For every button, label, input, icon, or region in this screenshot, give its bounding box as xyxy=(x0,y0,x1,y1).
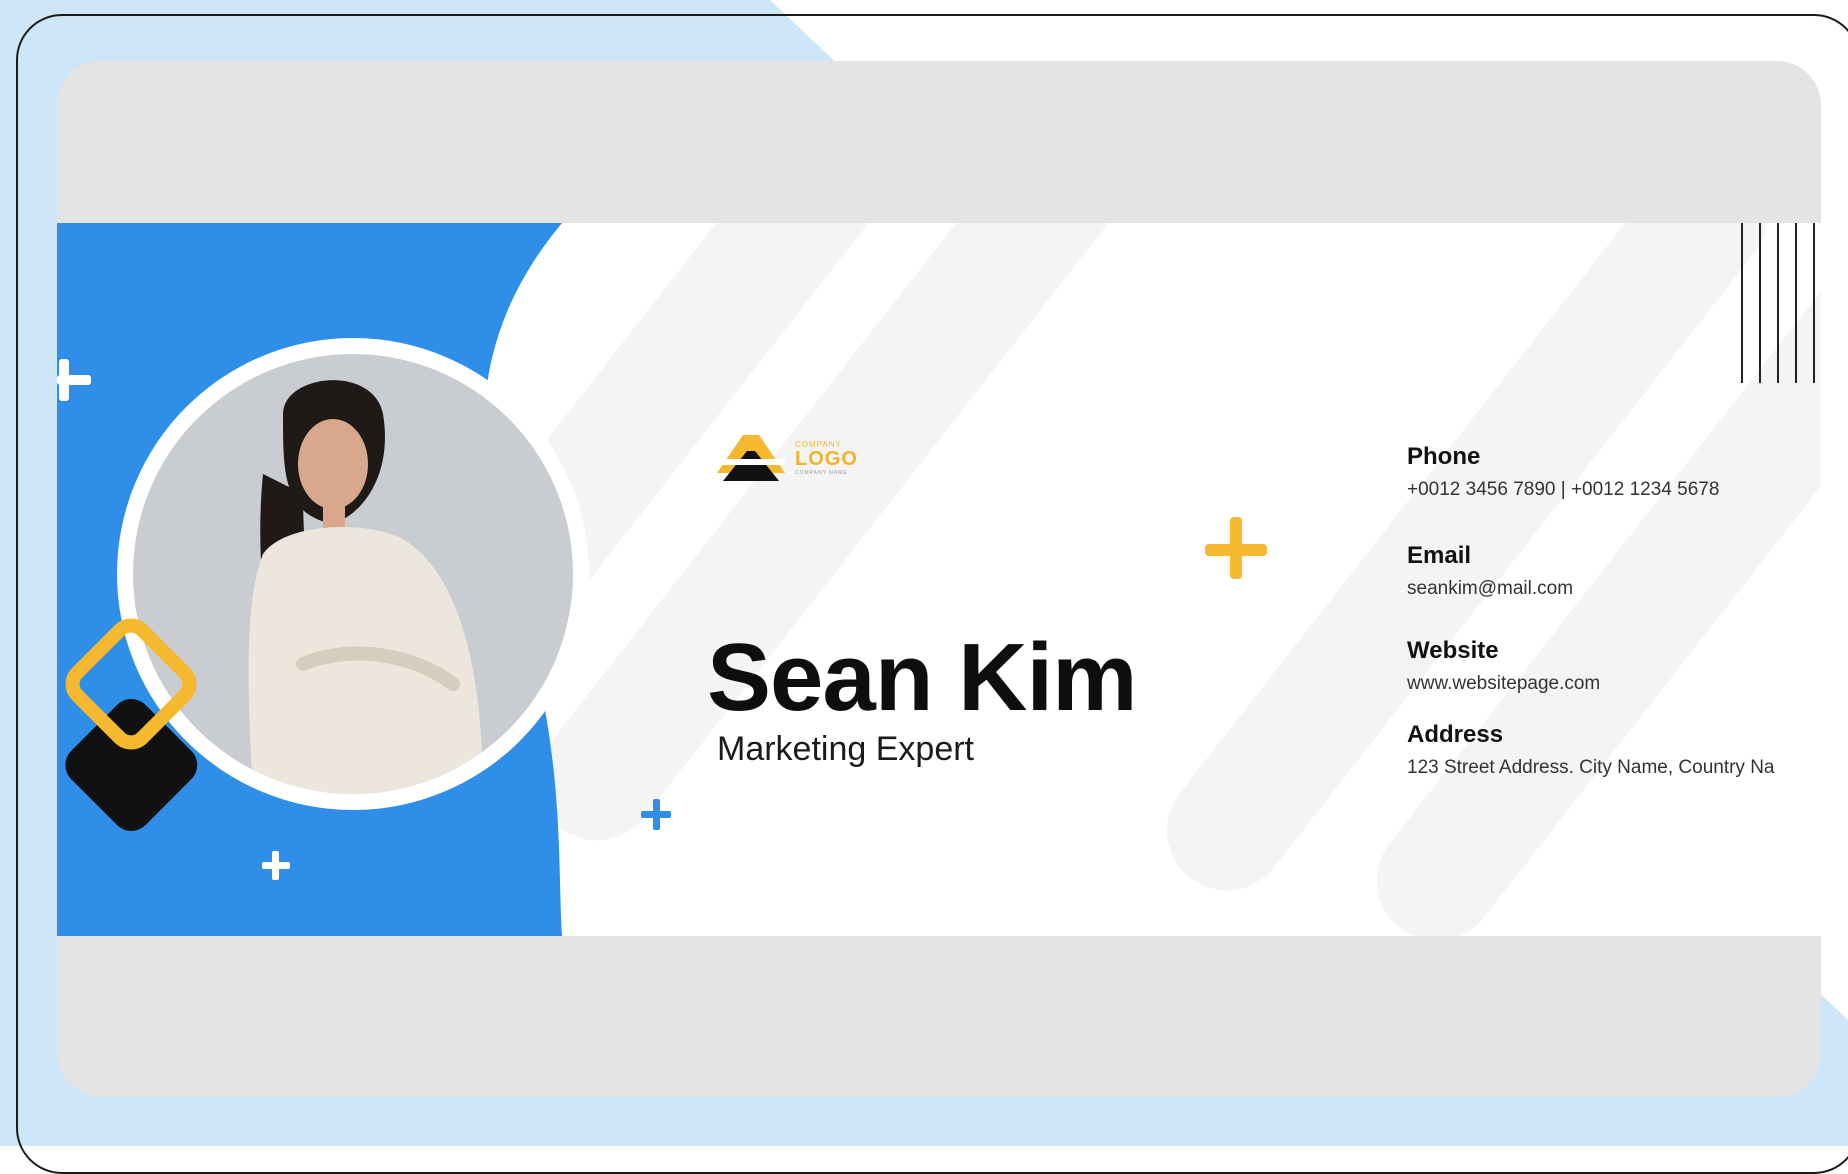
person-title: Marketing Expert xyxy=(717,730,974,768)
company-logo-icon xyxy=(717,435,785,481)
phone-value: +0012 3456 7890 | +0012 1234 5678 xyxy=(1407,479,1720,500)
address-value: 123 Street Address. City Name, Country N… xyxy=(1407,757,1775,778)
signature-card: COMPANY LOGO COMPANY NAME Sean Kim Marke… xyxy=(57,61,1821,1097)
email-value[interactable]: seankim@mail.com xyxy=(1407,578,1573,600)
website-label: Website xyxy=(1407,637,1499,664)
website-value[interactable]: www.websitepage.com xyxy=(1407,673,1600,695)
contact-email: Email seankim@mail.com xyxy=(1407,542,1573,600)
plus-icon xyxy=(1205,517,1267,579)
contact-phone: Phone +0012 3456 7890 | +0012 1234 5678 xyxy=(1407,443,1719,501)
email-label: Email xyxy=(1407,542,1472,569)
logo-main-text: LOGO xyxy=(795,447,858,470)
email-signature-banner: COMPANY LOGO COMPANY NAME Sean Kim Marke… xyxy=(57,223,1821,936)
company-logo: COMPANY LOGO COMPANY NAME xyxy=(717,435,858,481)
logo-tagline: COMPANY NAME xyxy=(795,469,848,476)
person-name: Sean Kim xyxy=(707,624,1137,731)
contact-website: Website www.websitepage.com xyxy=(1407,637,1600,695)
contact-address: Address 123 Street Address. City Name, C… xyxy=(1407,721,1775,779)
diamond-decoration xyxy=(65,618,198,831)
phone-label: Phone xyxy=(1407,443,1481,470)
diamond-solid-icon xyxy=(65,699,198,831)
address-label: Address xyxy=(1407,721,1504,748)
